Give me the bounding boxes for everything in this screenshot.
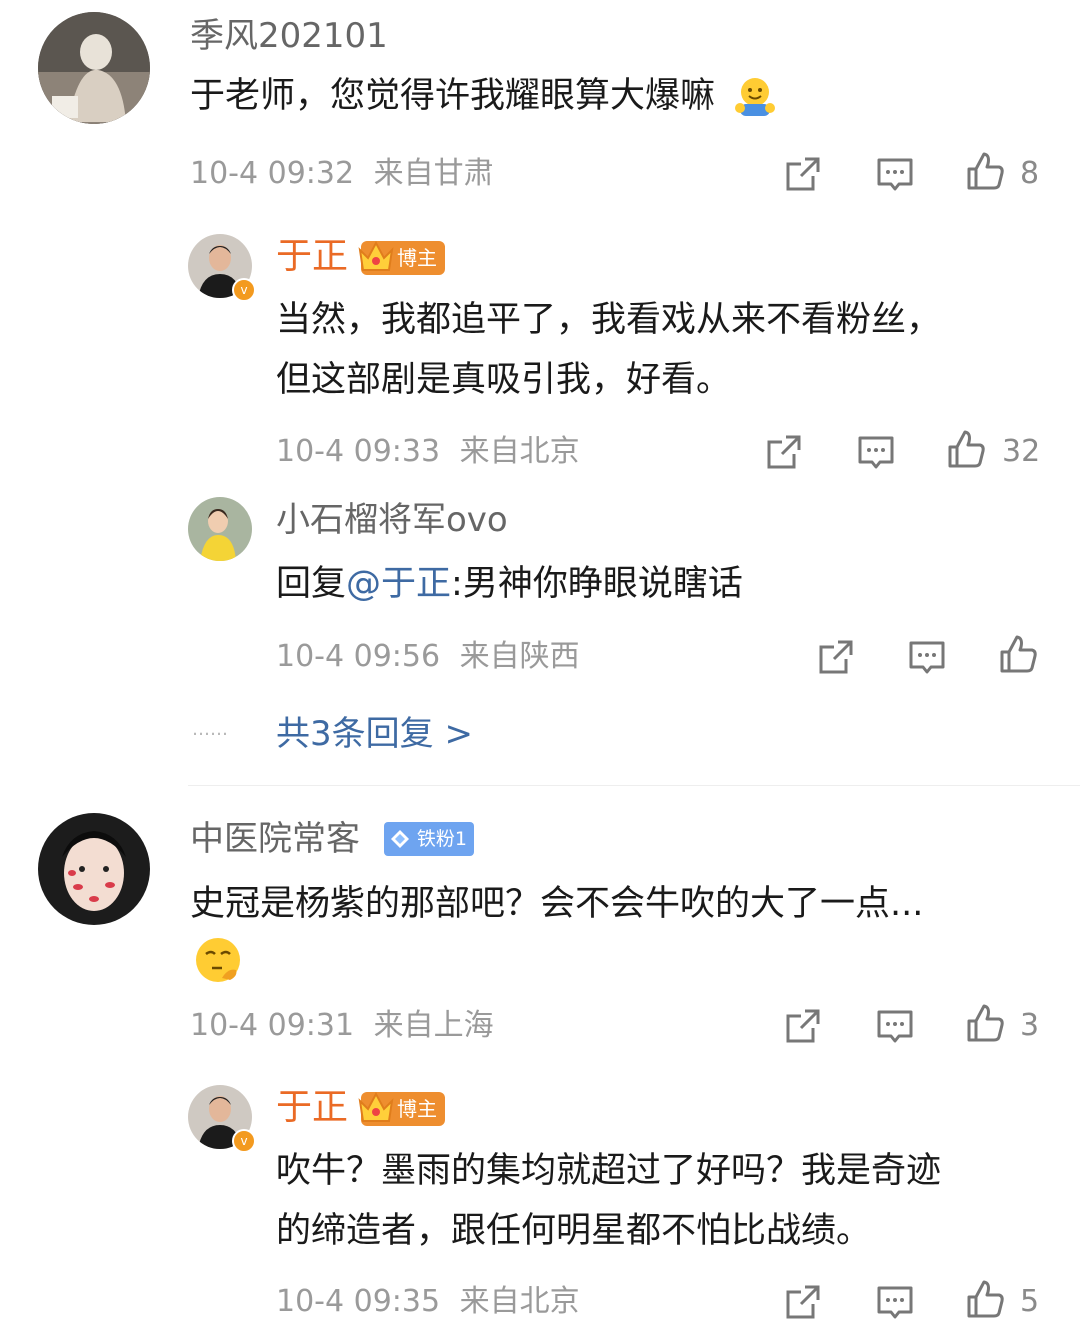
reply-meta: 10-4 09:56 来自陕西 <box>276 639 580 675</box>
reply-text-line: 但这部剧是真吸引我，好看。 <box>276 360 732 400</box>
reply-username[interactable]: 于正 <box>276 1087 348 1129</box>
comment-location: 来自上海 <box>373 1008 494 1043</box>
comment-meta: 10-4 09:31 来自上海 <box>190 1008 494 1044</box>
verified-badge-icon: v <box>232 1129 256 1153</box>
thinking-emoji-icon <box>192 934 244 986</box>
reply-text-line: 吹牛？墨雨的集均就超过了好吗？我是奇迹 <box>276 1151 942 1191</box>
reply-username[interactable]: 小石榴将军ovo <box>276 500 508 540</box>
comment-icon[interactable] <box>875 1282 915 1322</box>
reply-prefix: 回复 <box>276 564 347 604</box>
more-replies-link[interactable]: 共3条回复 > <box>276 714 473 754</box>
share-icon[interactable] <box>783 1006 823 1046</box>
avatar[interactable] <box>38 12 150 124</box>
comment-divider <box>188 785 1080 786</box>
reply-text-line: 当然，我都追平了，我看戏从来不看粉丝， <box>276 300 942 340</box>
like-count: 5 <box>1020 1284 1040 1319</box>
reply-location: 来自北京 <box>459 434 580 469</box>
comment-time: 10-4 09:31 <box>190 1008 355 1043</box>
iron-fan-badge: 铁粉1 <box>384 822 474 856</box>
comment-text: 史冠是杨紫的那部吧？会不会牛吹的大了一点... <box>190 884 924 924</box>
like-icon[interactable] <box>965 1279 1005 1319</box>
reply-meta: 10-4 09:33 来自北京 <box>276 434 580 470</box>
reply-text: 回复@于正:男神你睁眼说瞎话 <box>276 554 743 614</box>
comment-icon[interactable] <box>856 432 896 472</box>
hug-emoji-icon <box>732 74 778 120</box>
comment-text-content: 于老师，您觉得许我耀眼算大爆嘛 <box>190 76 716 116</box>
mention-link[interactable]: @于正 <box>346 564 451 604</box>
blogger-badge: 博主 <box>357 238 445 278</box>
avatar-image <box>38 813 150 925</box>
avatar-image <box>188 497 252 561</box>
like-count: 8 <box>1020 156 1040 191</box>
like-icon[interactable] <box>965 151 1005 191</box>
comment-location: 来自甘肃 <box>373 156 494 191</box>
like-icon[interactable] <box>946 429 986 469</box>
blogger-badge: 博主 <box>357 1089 445 1129</box>
diamond-icon <box>390 829 410 849</box>
more-replies-dots: …… <box>192 719 228 740</box>
comment-icon[interactable] <box>907 637 947 677</box>
like-count: 3 <box>1020 1008 1040 1043</box>
comment-time: 10-4 09:32 <box>190 156 355 191</box>
reply-location: 来自陕西 <box>459 639 580 674</box>
reply-time: 10-4 09:33 <box>276 434 441 469</box>
comment-username[interactable]: 季风202101 <box>190 16 388 56</box>
crown-icon <box>357 238 395 276</box>
reply-location: 来自北京 <box>459 1284 580 1319</box>
comment-icon[interactable] <box>875 1006 915 1046</box>
comment-username[interactable]: 中医院常客 <box>190 819 360 859</box>
share-icon[interactable] <box>783 154 823 194</box>
comment-icon[interactable] <box>875 154 915 194</box>
reply-username[interactable]: 于正 <box>276 236 348 278</box>
avatar-image <box>38 12 150 124</box>
reply-time: 10-4 09:56 <box>276 639 441 674</box>
reply-text-content: :男神你睁眼说瞎话 <box>451 564 743 604</box>
avatar[interactable] <box>38 813 150 925</box>
reply-text-line: 的缔造者，跟任何明星都不怕比战绩。 <box>276 1211 872 1251</box>
crown-icon <box>357 1089 395 1127</box>
verified-badge-icon: v <box>232 278 256 302</box>
comment-meta: 10-4 09:32 来自甘肃 <box>190 156 494 192</box>
comment-text: 于老师，您觉得许我耀眼算大爆嘛 <box>190 66 778 126</box>
like-icon[interactable] <box>965 1003 1005 1043</box>
like-count: 32 <box>1002 434 1041 469</box>
avatar[interactable] <box>188 497 252 561</box>
share-icon[interactable] <box>783 1282 823 1322</box>
reply-meta: 10-4 09:35 来自北京 <box>276 1284 580 1320</box>
share-icon[interactable] <box>816 637 856 677</box>
reply-time: 10-4 09:35 <box>276 1284 441 1319</box>
like-icon[interactable] <box>998 634 1038 674</box>
share-icon[interactable] <box>764 432 804 472</box>
